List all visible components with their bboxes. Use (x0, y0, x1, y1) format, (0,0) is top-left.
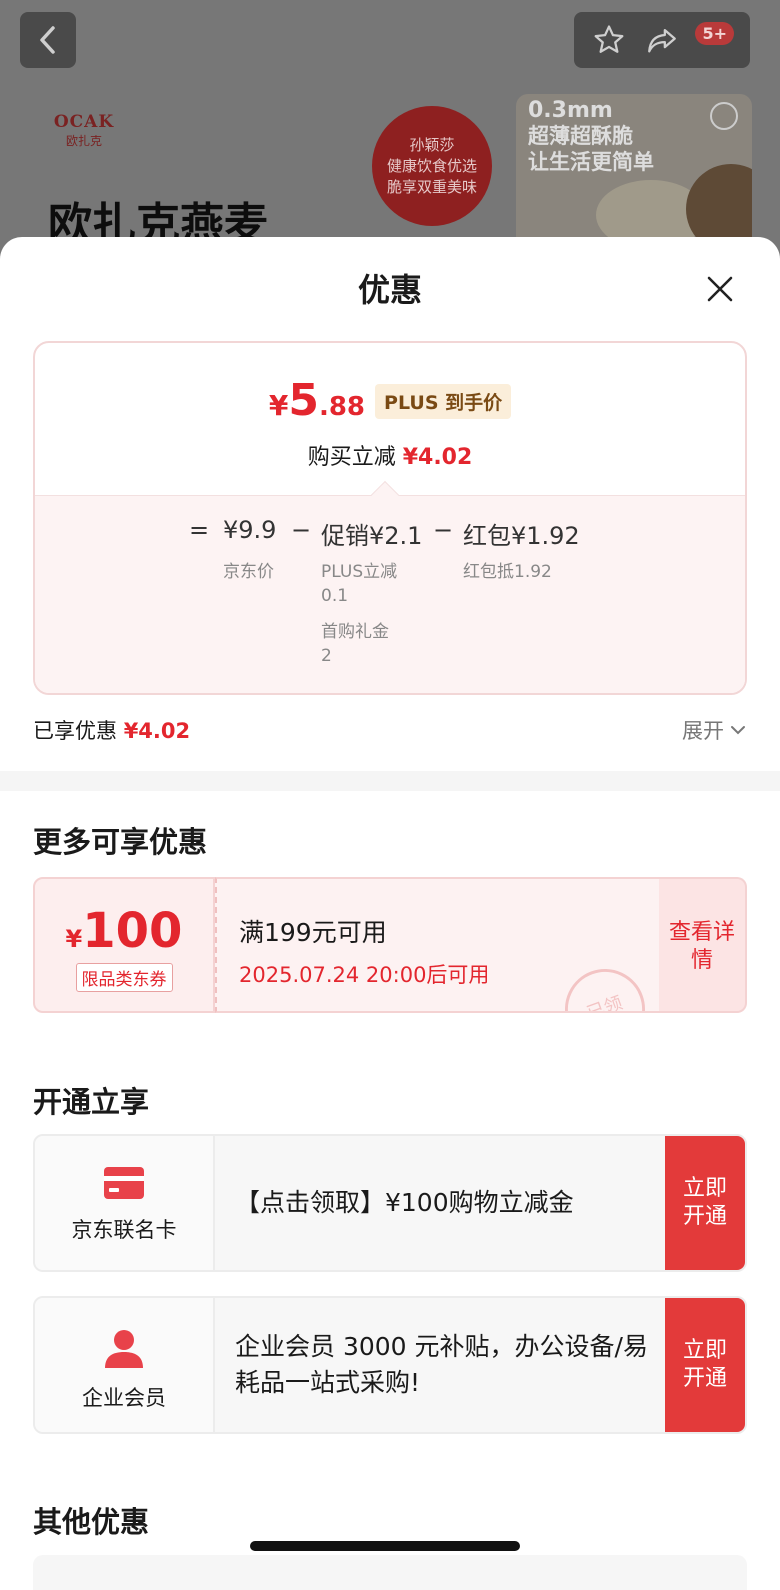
price-formula-area: = ¥9.9 − 促销¥2.1 − 红包¥1.92 京东价 PLUS立减 0.1… (35, 495, 745, 693)
coupon-valid-date: 2025.07.24 20:00后可用 (239, 963, 490, 987)
red-packet-label: 红包抵1.92 (463, 562, 552, 582)
user-icon (105, 1330, 143, 1368)
price-breakdown-card: ¥ 5 .88 PLUS 到手价 购买立减 ¥4.02 = ¥9.9 − 促销¥… (33, 341, 747, 695)
jd-price-label: 京东价 (223, 562, 274, 582)
brand-logo-text: OCAK (53, 112, 115, 132)
offer-description: 【点击领取】¥100购物立减金 (235, 1188, 574, 1217)
expand-button[interactable]: 展开 (682, 715, 746, 745)
credit-card-icon (104, 1167, 144, 1199)
back-button[interactable] (20, 12, 76, 68)
final-price-integer: 5 (288, 375, 319, 426)
open-now-button[interactable]: 立即开通 (665, 1298, 745, 1432)
promo-image: 0.3mm 超薄超酥脆 让生活更简单 (516, 94, 752, 260)
chevron-left-icon (40, 26, 55, 54)
share-icon[interactable] (645, 23, 679, 57)
message-count-badge: 5+ (695, 22, 734, 45)
discount-sheet: 优惠 ¥ 5 .88 PLUS 到手价 购买立减 ¥4.02 = ¥9.9 − … (0, 237, 780, 1590)
chevron-down-icon (731, 726, 745, 735)
product-page-background: 5+ OCAK 欧扎克 欧扎克燕麦 孙颖莎 健康饮食优选 脆享双重美味 0.3m… (0, 0, 780, 260)
coupon-condition: 满199元可用 (239, 918, 387, 947)
enterprise-member-offer[interactable]: 企业会员 企业会员 3000 元补贴，办公设备/易耗品一站式采购! 立即开通 (33, 1296, 747, 1434)
sheet-title: 优惠 (357, 271, 422, 309)
open-benefits-heading: 开通立享 (33, 1085, 150, 1119)
close-button[interactable] (700, 269, 740, 309)
promo-image-badge-icon (710, 102, 738, 130)
other-discounts-card (33, 1555, 747, 1590)
home-indicator (250, 1541, 520, 1551)
offer-description: 企业会员 3000 元补贴，办公设备/易耗品一站式采购! (235, 1332, 648, 1397)
first-purchase-gift-value: 2 (321, 646, 332, 666)
final-price-area: ¥ 5 .88 PLUS 到手价 购买立减 ¥4.02 (35, 343, 745, 495)
offer-label-area: 京东联名卡 (35, 1136, 215, 1270)
coupon-card[interactable]: ¥ 100 限品类东券 满199元可用 2025.07.24 20:00后可用 … (33, 877, 747, 1013)
promo-circle-line: 脆享双重美味 (386, 177, 477, 196)
offer-label-area: 企业会员 (35, 1298, 215, 1432)
claimed-stamp: 已领 (553, 957, 657, 1011)
formula-minus: − (433, 516, 454, 544)
offer-label: 企业会员 (82, 1386, 166, 1410)
coupon-amount-value: 100 (82, 903, 183, 959)
star-icon[interactable] (592, 23, 626, 57)
coupon-amount: ¥ 100 (35, 907, 213, 955)
formula-equals: = (189, 516, 210, 544)
purchase-reduction-value: ¥4.02 (402, 445, 473, 470)
first-purchase-gift-label: 首购礼金 (321, 622, 389, 642)
coupon-value-area: ¥ 100 限品类东券 (33, 877, 215, 1013)
section-divider (0, 771, 780, 791)
open-now-button[interactable]: 立即开通 (665, 1136, 745, 1270)
purchase-reduction: 购买立减 ¥4.02 (35, 439, 745, 471)
more-discounts-heading: 更多可享优惠 (33, 825, 208, 859)
jd-cobrand-card-offer[interactable]: 京东联名卡 【点击领取】¥100购物立减金 立即开通 (33, 1134, 747, 1272)
top-action-bar: 5+ (574, 12, 750, 68)
promo-circle-line: 孙颖莎 (409, 135, 455, 154)
red-packet-value: 红包¥1.92 (463, 522, 580, 550)
plus-price-tag: PLUS 到手价 (375, 384, 512, 419)
jd-price-value: ¥9.9 (223, 516, 277, 544)
purchase-reduction-label: 购买立减 (307, 445, 396, 470)
brand-logo-subtext: 欧扎克 (65, 134, 102, 148)
coupon-type-tag: 限品类东券 (75, 963, 173, 992)
enjoyed-discount-value: ¥4.02 (123, 719, 191, 743)
plus-reduction-value: 0.1 (321, 586, 349, 606)
coupon-details: 满199元可用 2025.07.24 20:00后可用 已领 (215, 877, 659, 1013)
enjoyed-discount-label: 已享优惠 (33, 719, 117, 743)
plus-reduction-label: PLUS立减 (321, 562, 398, 582)
offer-label: 京东联名卡 (71, 1218, 177, 1242)
formula-minus: − (291, 516, 312, 544)
other-discounts-heading: 其他优惠 (33, 1505, 150, 1539)
view-details-button[interactable]: 查看详情 (659, 877, 747, 1013)
promo-circle-line: 健康饮食优选 (386, 156, 477, 175)
final-price-decimal: .88 (318, 392, 366, 422)
promotion-value: 促销¥2.1 (321, 522, 423, 550)
enjoyed-discount: 已享优惠 ¥4.02 (33, 715, 190, 745)
coupon-currency: ¥ (65, 925, 83, 953)
close-icon (707, 276, 733, 302)
expand-label: 展开 (682, 719, 724, 743)
final-price-currency: ¥ (268, 389, 289, 422)
promo-circle: 孙颖莎 健康饮食优选 脆享双重美味 (372, 106, 492, 226)
final-price: ¥ 5 .88 (269, 379, 365, 423)
brand-logo: OCAK 欧扎克 (48, 112, 120, 149)
